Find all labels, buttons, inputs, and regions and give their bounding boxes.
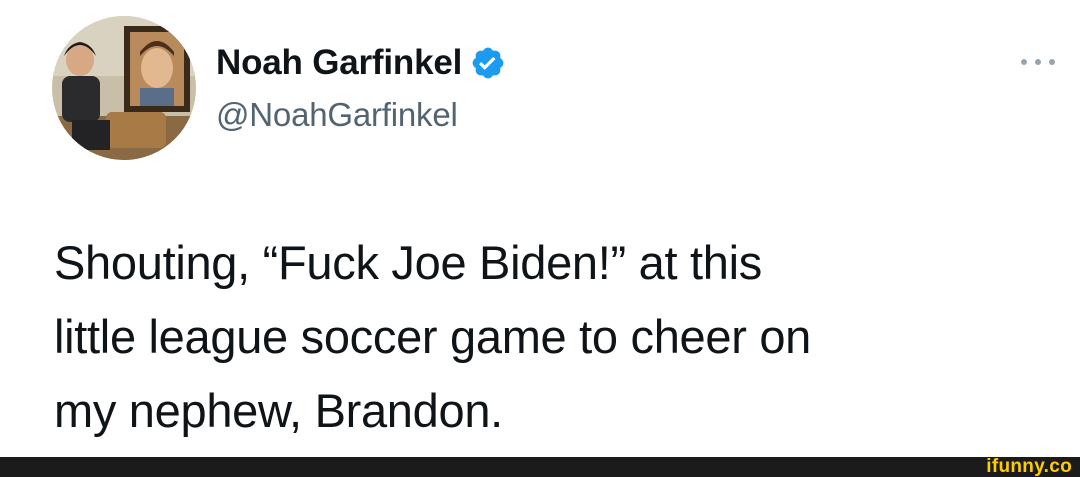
watermark-bar xyxy=(0,457,1080,477)
avatar[interactable] xyxy=(52,16,196,160)
tweet-screenshot: Noah Garfinkel @NoahGarfinkel Shouting, … xyxy=(0,0,1080,477)
author-name-row: Noah Garfinkel xyxy=(216,40,506,86)
avatar-photo xyxy=(52,16,196,160)
more-options-button[interactable] xyxy=(1016,52,1060,72)
ifunny-watermark: ifunny.co xyxy=(986,456,1072,477)
more-horizontal-icon xyxy=(1021,59,1055,65)
author-handle[interactable]: @NoahGarfinkel xyxy=(216,96,458,134)
verified-badge-icon xyxy=(470,45,506,81)
author-display-name[interactable]: Noah Garfinkel xyxy=(216,43,462,83)
tweet-text: Shouting, “Fuck Joe Biden!” at this litt… xyxy=(54,236,812,437)
